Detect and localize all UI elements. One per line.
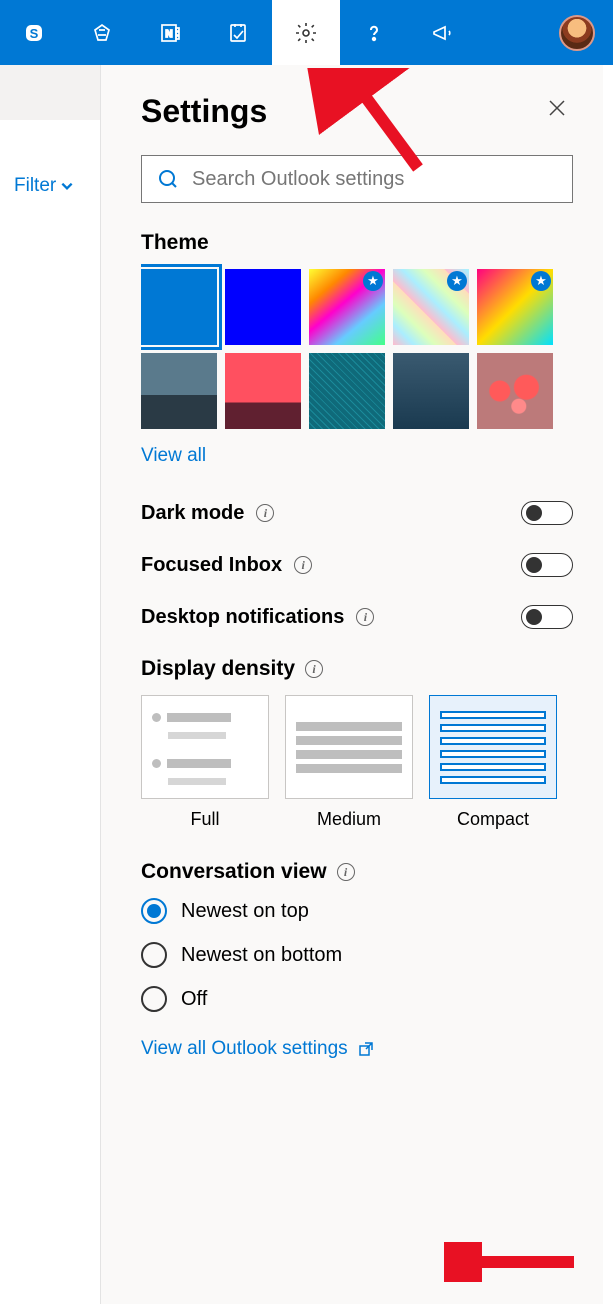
theme-tile-rainbow[interactable]: ★ — [309, 269, 385, 345]
left-column: Filter — [0, 65, 100, 1265]
view-all-outlook-settings-link[interactable]: View all Outlook settings — [141, 1038, 348, 1060]
theme-tile-elevation[interactable] — [393, 353, 469, 429]
app-header: S N — [0, 0, 613, 65]
info-icon[interactable]: i — [337, 863, 355, 881]
search-input[interactable] — [192, 168, 558, 191]
radio-label: Newest on top — [181, 900, 309, 923]
focused-inbox-toggle[interactable] — [521, 553, 573, 577]
onenote-icon[interactable]: N — [136, 0, 204, 65]
info-icon[interactable]: i — [305, 660, 323, 678]
radio-newest-bottom[interactable]: Newest on bottom — [141, 942, 573, 968]
view-all-themes-link[interactable]: View all — [141, 445, 206, 467]
theme-tile-bokeh[interactable] — [477, 353, 553, 429]
close-button[interactable] — [541, 91, 573, 131]
theme-tile-sunset[interactable] — [225, 353, 301, 429]
density-label-compact: Compact — [429, 809, 557, 830]
star-icon: ★ — [363, 271, 383, 291]
info-icon[interactable]: i — [256, 504, 274, 522]
avatar[interactable] — [559, 15, 595, 51]
focused-inbox-label: Focused Inbox — [141, 554, 282, 577]
skype-icon[interactable]: S — [0, 0, 68, 65]
theme-tile-art[interactable]: ★ — [477, 269, 553, 345]
density-option-compact[interactable] — [429, 695, 557, 799]
density-label-full: Full — [141, 809, 269, 830]
radio-off[interactable]: Off — [141, 986, 573, 1012]
panel-title: Settings — [141, 93, 267, 130]
desktop-notifications-label: Desktop notifications — [141, 606, 344, 629]
megaphone-icon[interactable] — [408, 0, 476, 65]
filter-label: Filter — [14, 175, 56, 197]
premium-icon[interactable] — [68, 0, 136, 65]
dark-mode-toggle[interactable] — [521, 501, 573, 525]
desktop-notifications-toggle[interactable] — [521, 605, 573, 629]
conversation-view-title: Conversation view — [141, 860, 327, 884]
star-icon: ★ — [447, 271, 467, 291]
theme-tile-blue[interactable] — [141, 269, 217, 345]
close-icon — [547, 98, 567, 118]
search-input-wrapper[interactable] — [141, 155, 573, 203]
display-density-title: Display density — [141, 657, 295, 681]
theme-tile-circuit[interactable] — [309, 353, 385, 429]
theme-tile-darkblue[interactable] — [225, 269, 301, 345]
search-icon — [156, 167, 180, 191]
radio-newest-top[interactable]: Newest on top — [141, 898, 573, 924]
todo-icon[interactable] — [204, 0, 272, 65]
svg-text:N: N — [165, 29, 172, 40]
settings-panel: Settings ▾ Theme ★ ★ ★ View all Dark mod… — [100, 65, 603, 1304]
theme-tile-mountain[interactable] — [141, 353, 217, 429]
filter-link[interactable]: Filter — [14, 175, 100, 197]
density-option-medium[interactable] — [285, 695, 413, 799]
theme-grid: ★ ★ ★ — [141, 269, 573, 429]
svg-text:S: S — [30, 26, 39, 41]
help-icon[interactable] — [340, 0, 408, 65]
radio-icon — [141, 986, 167, 1012]
chevron-down-icon — [60, 179, 74, 193]
dark-mode-label: Dark mode — [141, 502, 244, 525]
radio-label: Off — [181, 988, 207, 1011]
info-icon[interactable]: i — [356, 608, 374, 626]
theme-tile-prism[interactable]: ★ — [393, 269, 469, 345]
radio-icon — [141, 942, 167, 968]
info-icon[interactable]: i — [294, 556, 312, 574]
theme-title: Theme — [141, 231, 573, 255]
open-in-new-icon — [358, 1041, 374, 1057]
radio-label: Newest on bottom — [181, 944, 342, 967]
gear-icon[interactable] — [272, 0, 340, 65]
radio-icon — [141, 898, 167, 924]
density-option-full[interactable] — [141, 695, 269, 799]
star-icon: ★ — [531, 271, 551, 291]
density-label-medium: Medium — [285, 809, 413, 830]
